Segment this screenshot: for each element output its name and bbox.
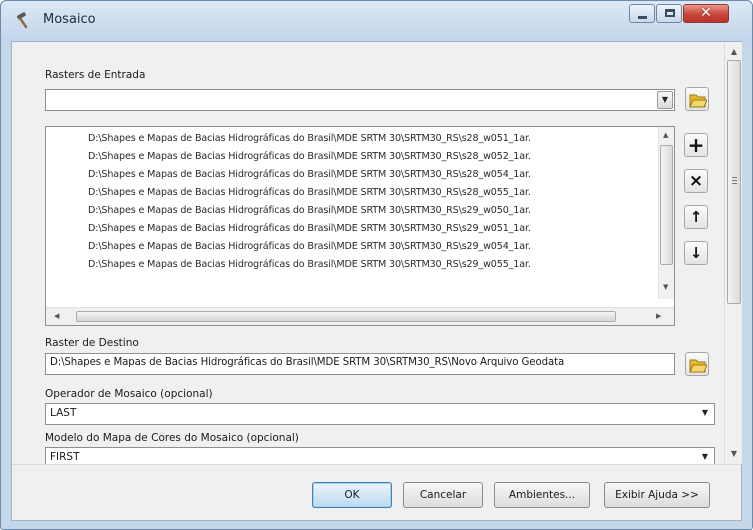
list-vertical-scroll-thumb[interactable] [660, 145, 673, 265]
dialog-vertical-scrollbar[interactable]: ▲ ▼ [724, 42, 742, 464]
parameters-panel: Rasters de Entrada ▼ D:\Shapes e Mapas d… [12, 42, 723, 464]
move-down-button[interactable]: ↓ [684, 241, 708, 265]
title-bar[interactable]: Mosaico ✕ [1, 1, 752, 41]
scroll-left-arrow-icon[interactable]: ◀ [54, 312, 59, 320]
list-horizontal-scrollbar[interactable]: ◀ ▶ [46, 307, 674, 325]
window-title: Mosaico [43, 12, 96, 27]
open-folder-icon [689, 94, 707, 108]
arrow-up-icon: ↑ [689, 208, 703, 226]
show-help-button[interactable]: Exibir Ajuda >> [604, 482, 710, 508]
close-button[interactable]: ✕ [683, 4, 729, 23]
add-raster-button[interactable]: + [684, 133, 708, 157]
raster-destino-field[interactable]: D:\Shapes e Mapas de Bacias Hidrográfica… [45, 353, 675, 375]
minimize-icon [638, 16, 647, 19]
raster-destino-value: D:\Shapes e Mapas de Bacias Hidrográfica… [50, 357, 565, 368]
remove-raster-button[interactable]: × [684, 169, 708, 193]
list-item[interactable]: D:\Shapes e Mapas de Bacias Hidrográfica… [88, 220, 654, 238]
scroll-grip-icon [732, 177, 737, 184]
arrow-down-icon: ↓ [689, 244, 703, 262]
list-item[interactable]: D:\Shapes e Mapas de Bacias Hidrográfica… [88, 202, 654, 220]
list-item[interactable]: D:\Shapes e Mapas de Bacias Hidrográfica… [88, 130, 654, 148]
browse-destino-button[interactable] [685, 352, 709, 376]
list-horizontal-scroll-thumb[interactable] [76, 311, 616, 322]
ok-button[interactable]: OK [312, 482, 392, 508]
scroll-up-arrow-icon[interactable]: ▲ [663, 131, 668, 139]
plus-icon: + [687, 133, 705, 157]
modelo-cores-select[interactable]: FIRST ▼ [45, 447, 715, 464]
dialog-footer: OK Cancelar Ambientes... Exibir Ajuda >> [12, 464, 741, 520]
minimize-button[interactable] [629, 4, 655, 23]
rasters-entrada-label: Rasters de Entrada [45, 69, 146, 81]
scroll-down-arrow-icon[interactable]: ▼ [728, 448, 740, 460]
dialog-scroll-thumb[interactable] [727, 60, 741, 304]
list-vertical-scrollbar[interactable]: ▲ ▼ [658, 127, 674, 299]
mosaico-dialog: Mosaico ✕ Rasters de Entrada ▼ D:\Shapes… [0, 0, 753, 530]
dialog-client-area: Rasters de Entrada ▼ D:\Shapes e Mapas d… [11, 41, 742, 521]
list-item[interactable]: D:\Shapes e Mapas de Bacias Hidrográfica… [88, 166, 654, 184]
modelo-cores-label: Modelo do Mapa de Cores do Mosaico (opci… [45, 432, 299, 444]
maximize-button[interactable] [656, 4, 682, 23]
chevron-down-icon[interactable]: ▼ [697, 405, 713, 423]
delete-x-icon: × [688, 171, 704, 191]
scroll-up-arrow-icon[interactable]: ▲ [728, 46, 740, 58]
chevron-down-icon[interactable]: ▼ [697, 449, 713, 463]
scroll-right-arrow-icon[interactable]: ▶ [656, 312, 661, 320]
modelo-cores-value: FIRST [50, 451, 80, 463]
operador-mosaico-value: LAST [50, 407, 77, 419]
move-up-button[interactable]: ↑ [684, 205, 708, 229]
list-item[interactable]: D:\Shapes e Mapas de Bacias Hidrográfica… [88, 184, 654, 202]
browse-rasters-button[interactable] [685, 87, 709, 111]
list-item[interactable]: D:\Shapes e Mapas de Bacias Hidrográfica… [88, 256, 654, 274]
scroll-down-arrow-icon[interactable]: ▼ [663, 283, 668, 291]
hammer-tool-icon [15, 11, 35, 31]
operador-mosaico-label: Operador de Mosaico (opcional) [45, 388, 213, 400]
list-item[interactable]: D:\Shapes e Mapas de Bacias Hidrográfica… [88, 238, 654, 256]
cancel-button[interactable]: Cancelar [403, 482, 483, 508]
chevron-down-icon[interactable]: ▼ [657, 91, 673, 109]
operador-mosaico-select[interactable]: LAST ▼ [45, 403, 715, 425]
close-icon: ✕ [700, 5, 712, 21]
rasters-entrada-list[interactable]: D:\Shapes e Mapas de Bacias Hidrográfica… [45, 126, 675, 326]
list-item[interactable]: D:\Shapes e Mapas de Bacias Hidrográfica… [88, 148, 654, 166]
rasters-entrada-combo[interactable]: ▼ [45, 89, 675, 111]
environments-button[interactable]: Ambientes... [494, 482, 590, 508]
raster-destino-label: Raster de Destino [45, 337, 139, 349]
maximize-icon [665, 9, 675, 17]
open-folder-icon [689, 359, 707, 373]
